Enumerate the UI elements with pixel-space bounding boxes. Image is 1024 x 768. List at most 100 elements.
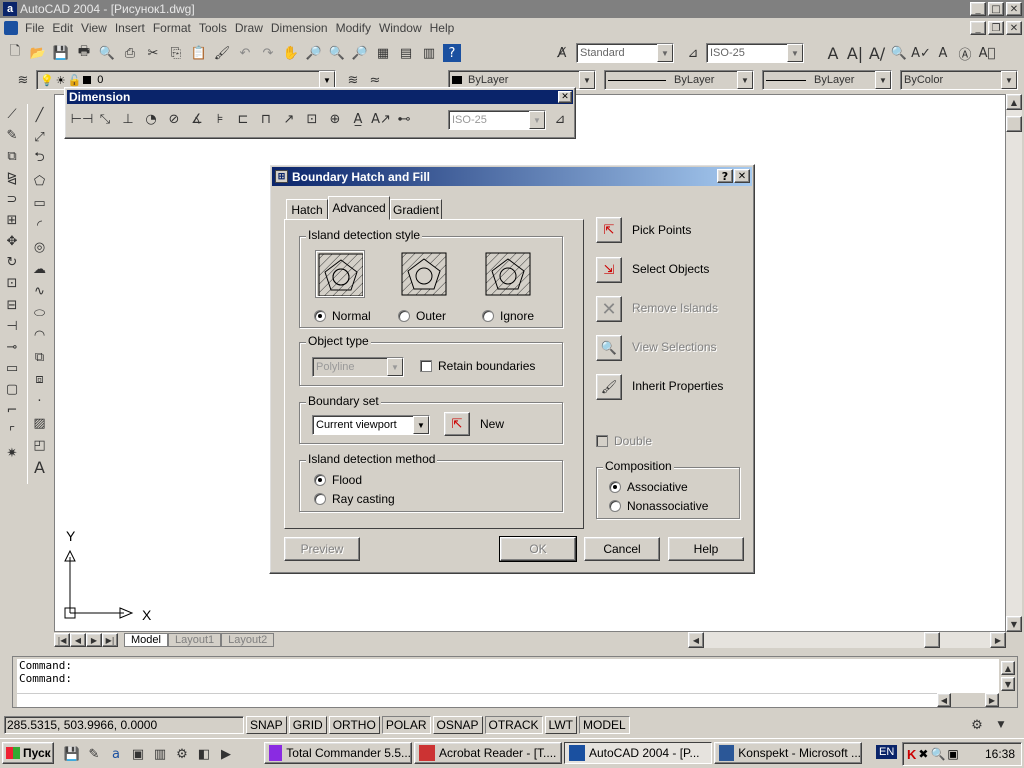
center-mark-icon[interactable]: ⊕ — [324, 108, 346, 130]
tray-icon-2[interactable]: ✖ — [918, 747, 928, 761]
menu-tools[interactable]: Tools — [198, 21, 234, 35]
paste-icon[interactable]: 📋 — [188, 42, 210, 64]
boundary-set-select[interactable]: Current viewport ▼ — [312, 415, 430, 435]
radius-dim-icon[interactable]: ◔ — [140, 108, 162, 130]
dialog-titlebar[interactable]: ⊞ Boundary Hatch and Fill ? ✕ — [272, 167, 752, 186]
baseline-dim-icon[interactable]: ⊏ — [232, 108, 254, 130]
text-style-select[interactable]: Standard ▼ — [576, 43, 674, 63]
scale-icon[interactable]: ⊡ — [1, 273, 23, 294]
ellipse-arc-icon[interactable]: ◠ — [29, 324, 51, 346]
inherit-properties-button[interactable]: 🖌 — [596, 374, 622, 400]
menu-window[interactable]: Window — [378, 21, 429, 35]
cancel-button[interactable]: Cancel — [584, 537, 660, 561]
find-icon[interactable]: 🔍 — [888, 42, 910, 64]
help-icon[interactable]: ? — [443, 44, 461, 62]
scaletext-icon[interactable]: Ⓐ — [954, 42, 976, 64]
last-tab-icon[interactable]: ▶| — [102, 633, 118, 647]
scroll-left-icon[interactable]: ◀ — [688, 632, 704, 648]
lineweight-select[interactable]: ByLayer ▼ — [762, 70, 892, 90]
tray-settings-icon[interactable]: ⚙ — [966, 714, 988, 736]
doc-close-button[interactable]: ✕ — [1006, 21, 1022, 35]
menu-draw[interactable]: Draw — [234, 21, 270, 35]
chevron-down-icon[interactable]: ▼ — [413, 416, 429, 434]
insert-block-icon[interactable]: ⧉ — [29, 346, 51, 368]
spline-icon[interactable]: ∿ — [29, 280, 51, 302]
toggle-snap[interactable]: SNAP — [246, 716, 287, 734]
zoom-window-icon[interactable]: 🔍 — [326, 42, 348, 64]
xline-icon[interactable]: ⤢ — [29, 126, 51, 148]
app-icon[interactable]: a — [3, 2, 17, 16]
dialog-help-icon[interactable]: ? — [717, 169, 733, 183]
chamfer-icon[interactable]: ⌐ — [1, 400, 23, 421]
publish-icon[interactable]: ⎙ — [119, 42, 141, 64]
preview-icon[interactable]: 🔍 — [96, 42, 118, 64]
justify-icon[interactable]: A⃞ — [976, 42, 998, 64]
plotstyle-select[interactable]: ByColor ▼ — [900, 70, 1018, 90]
chevron-down-icon[interactable]: ▼ — [1001, 71, 1017, 89]
redo-icon[interactable]: ↷ — [257, 42, 279, 64]
chevron-down-icon[interactable]: ▼ — [737, 71, 753, 89]
minimize-button[interactable]: _ — [970, 2, 986, 16]
leader-icon[interactable]: ↗ — [278, 108, 300, 130]
coordinates-display[interactable]: 285.5315, 503.9966, 0.0000 — [4, 716, 244, 734]
prev-tab-icon[interactable]: ◀ — [70, 633, 86, 647]
menu-file[interactable]: File — [24, 21, 51, 35]
menu-view[interactable]: View — [80, 21, 114, 35]
radio-indicator[interactable] — [482, 310, 494, 322]
point-icon[interactable]: · — [29, 390, 51, 412]
menu-dimension[interactable]: Dimension — [270, 21, 335, 35]
quick-dim-icon[interactable]: ⊧ — [209, 108, 231, 130]
task-autocad[interactable]: AutoCAD 2004 - [P... — [564, 742, 712, 764]
mirror-icon[interactable]: ⧎ — [1, 168, 23, 189]
copy-obj-icon[interactable]: ⧉ — [1, 146, 23, 167]
tab-hatch[interactable]: Hatch — [286, 199, 328, 219]
radio-indicator[interactable] — [398, 310, 410, 322]
radio-outer[interactable]: Outer — [398, 309, 446, 323]
task-word[interactable]: Konspekt - Microsoft ... — [714, 742, 862, 764]
array-icon[interactable]: ⊞ — [1, 210, 23, 231]
tray-search-icon[interactable]: 🔍 — [930, 747, 945, 761]
toolpalettes-icon[interactable]: ▥ — [418, 42, 440, 64]
ql-icon-2[interactable]: ✎ — [84, 743, 104, 765]
linetype-select[interactable]: ByLayer ▼ — [604, 70, 754, 90]
open-icon[interactable]: 📂 — [27, 42, 49, 64]
region-icon[interactable]: ◰ — [29, 434, 51, 456]
circle-icon[interactable]: ◎ — [29, 236, 51, 258]
chevron-down-icon[interactable]: ▼ — [529, 111, 545, 129]
toggle-grid[interactable]: GRID — [288, 716, 327, 734]
scroll-up-icon[interactable]: ▲ — [1006, 94, 1022, 110]
horizontal-scrollbar[interactable]: ◀ ▶ — [688, 632, 1006, 648]
pan-icon[interactable]: ✋ — [280, 42, 302, 64]
pline-icon[interactable]: ⮌ — [29, 148, 51, 170]
break-icon[interactable]: ▭ — [1, 358, 23, 379]
island-outer-preview[interactable] — [400, 251, 448, 297]
dim-style-manager-icon[interactable]: ⊿ — [549, 108, 571, 130]
menu-help[interactable]: Help — [429, 21, 462, 35]
doc-icon[interactable] — [4, 21, 18, 35]
aligned-dim-icon[interactable]: ⤡ — [94, 108, 116, 130]
help-button[interactable]: Help — [668, 537, 744, 561]
dimension-toolbar-titlebar[interactable]: Dimension ✕ — [67, 90, 573, 104]
erase-icon[interactable]: ✎ — [1, 125, 23, 146]
scroll-down-icon[interactable]: ▼ — [1006, 616, 1022, 632]
ok-button[interactable]: OK — [499, 536, 577, 562]
task-acrobat[interactable]: Acrobat Reader - [T.... — [414, 742, 562, 764]
tab-layout2[interactable]: Layout2 — [221, 633, 275, 647]
radio-indicator[interactable] — [609, 500, 621, 512]
linear-dim-icon[interactable]: ⊢⊣ — [71, 108, 94, 130]
cmd-scroll-left-icon[interactable]: ◀ — [937, 693, 951, 707]
tab-layout1[interactable]: Layout1 — [167, 633, 222, 647]
next-tab-icon[interactable]: ▶ — [86, 633, 102, 647]
clock[interactable]: 16:38 — [985, 747, 1015, 761]
radio-normal[interactable]: Normal — [314, 309, 371, 323]
tolerance-icon[interactable]: ⊡ — [301, 108, 323, 130]
properties-icon[interactable]: ▦ — [372, 42, 394, 64]
chevron-down-icon[interactable]: ▼ — [387, 358, 403, 376]
radio-flood[interactable]: Flood — [314, 473, 362, 487]
task-total-commander[interactable]: Total Commander 5.5... — [264, 742, 412, 764]
stretch-icon[interactable]: ⊟ — [1, 295, 23, 316]
tab-advanced[interactable]: Advanced — [328, 196, 390, 220]
dimtext-edit-icon[interactable]: A↗ — [370, 108, 392, 130]
dim-style-select[interactable]: ISO-25 ▼ — [706, 43, 804, 63]
dim-style-icon[interactable]: ⊿ — [682, 42, 704, 64]
